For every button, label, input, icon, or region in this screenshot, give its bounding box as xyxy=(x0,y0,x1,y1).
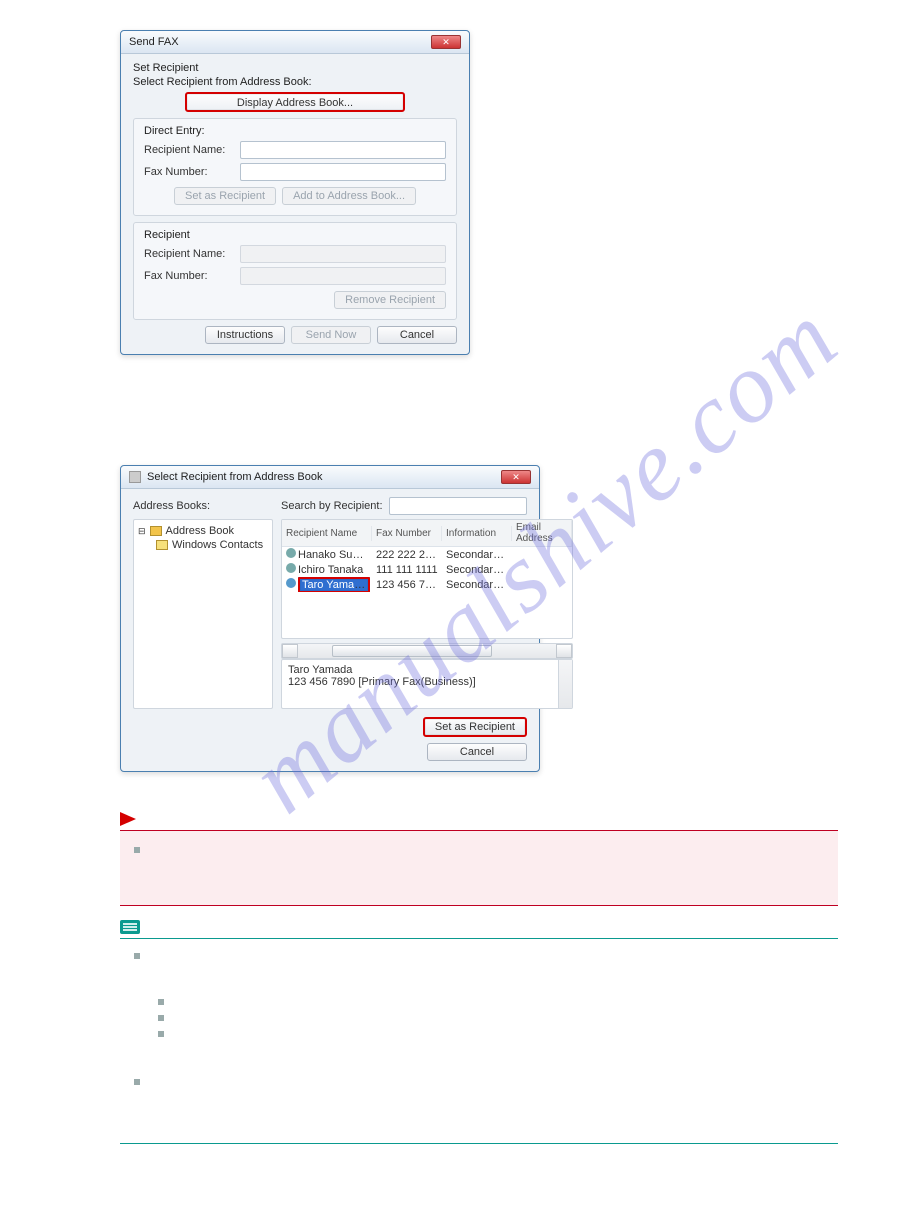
recipient-group-label: Recipient xyxy=(144,229,446,241)
close-icon[interactable]: ✕ xyxy=(431,35,461,49)
preview-name: Taro Yamada xyxy=(288,664,566,676)
list-row[interactable]: Ichiro Tanaka 111 111 1111 Secondary(... xyxy=(282,562,572,577)
bullet-icon xyxy=(158,999,164,1005)
fax-number-input[interactable] xyxy=(240,163,446,181)
titlebar: Select Recipient from Address Book ✕ xyxy=(121,466,539,489)
important-note-strip xyxy=(120,830,838,906)
cancel-button[interactable]: Cancel xyxy=(427,743,527,761)
instructions-button[interactable]: Instructions xyxy=(205,326,285,344)
vertical-scrollbar[interactable] xyxy=(558,660,572,708)
select-recipient-dialog: Select Recipient from Address Book ✕ Add… xyxy=(120,465,540,772)
col-email[interactable]: Email Address xyxy=(512,520,572,546)
col-info[interactable]: Information xyxy=(442,526,512,541)
list-row[interactable]: Taro Yamada 123 456 7890 Secondary(... xyxy=(282,577,572,592)
set-as-recipient-button[interactable]: Set as Recipient xyxy=(174,187,276,205)
select-from-ab-label: Select Recipient from Address Book: xyxy=(133,76,457,88)
recipient-name-readonly xyxy=(240,245,446,263)
send-fax-dialog: Send FAX ✕ Set Recipient Select Recipien… xyxy=(120,30,470,355)
recipient-name-label: Recipient Name: xyxy=(144,144,234,156)
recipient-name-input[interactable] xyxy=(240,141,446,159)
set-recipient-label: Set Recipient xyxy=(133,62,457,74)
close-icon[interactable]: ✕ xyxy=(501,470,531,484)
recipient-preview: Taro Yamada 123 456 7890 [Primary Fax(Bu… xyxy=(281,659,573,709)
note-book-icon xyxy=(120,920,140,934)
direct-entry-group: Direct Entry: Recipient Name: Fax Number… xyxy=(133,118,457,216)
add-to-address-book-button[interactable]: Add to Address Book... xyxy=(282,187,416,205)
folder-icon xyxy=(156,540,168,550)
recipient-list[interactable]: Recipient Name Fax Number Information Em… xyxy=(281,519,573,639)
window-title: Select Recipient from Address Book xyxy=(147,471,322,483)
fax-number-label: Fax Number: xyxy=(144,166,234,178)
person-icon xyxy=(286,548,296,558)
bullet-icon xyxy=(158,1031,164,1037)
col-name[interactable]: Recipient Name xyxy=(282,526,372,541)
address-books-label: Address Books: xyxy=(133,500,273,512)
important-flag-icon xyxy=(120,812,136,826)
tree-child[interactable]: Windows Contacts xyxy=(138,538,268,552)
titlebar: Send FAX ✕ xyxy=(121,31,469,54)
cancel-button[interactable]: Cancel xyxy=(377,326,457,344)
note-strip xyxy=(120,938,838,1144)
tree-root[interactable]: ⊟ Address Book xyxy=(138,524,268,538)
window-title: Send FAX xyxy=(129,36,179,48)
preview-fax: 123 456 7890 [Primary Fax(Business)] xyxy=(288,676,566,688)
fax-number-label-2: Fax Number: xyxy=(144,270,234,282)
remove-recipient-button[interactable]: Remove Recipient xyxy=(334,291,446,309)
direct-entry-label: Direct Entry: xyxy=(144,125,446,137)
bullet-icon xyxy=(134,953,140,959)
selected-recipient[interactable]: Taro Yamada xyxy=(298,577,370,592)
list-row[interactable]: Hanako Susuki 222 222 2222 Secondary(... xyxy=(282,547,572,562)
bullet-icon xyxy=(158,1015,164,1021)
list-header: Recipient Name Fax Number Information Em… xyxy=(282,520,572,547)
search-label: Search by Recipient: xyxy=(281,500,383,512)
col-fax[interactable]: Fax Number xyxy=(372,526,442,541)
person-icon xyxy=(286,578,296,588)
bullet-icon xyxy=(134,1079,140,1085)
display-address-book-button[interactable]: Display Address Book... xyxy=(185,92,405,112)
send-now-button[interactable]: Send Now xyxy=(291,326,371,344)
address-book-tree[interactable]: ⊟ Address Book Windows Contacts xyxy=(133,519,273,709)
recipient-group: Recipient Recipient Name: Fax Number: Re… xyxy=(133,222,457,320)
set-as-recipient-button[interactable]: Set as Recipient xyxy=(423,717,527,737)
person-icon xyxy=(286,563,296,573)
book-icon xyxy=(150,526,162,536)
recipient-name-label-2: Recipient Name: xyxy=(144,248,234,260)
fax-number-readonly xyxy=(240,267,446,285)
horizontal-scrollbar[interactable] xyxy=(281,643,573,659)
bullet-icon xyxy=(134,847,140,853)
search-input[interactable] xyxy=(389,497,528,515)
app-icon xyxy=(129,471,141,483)
